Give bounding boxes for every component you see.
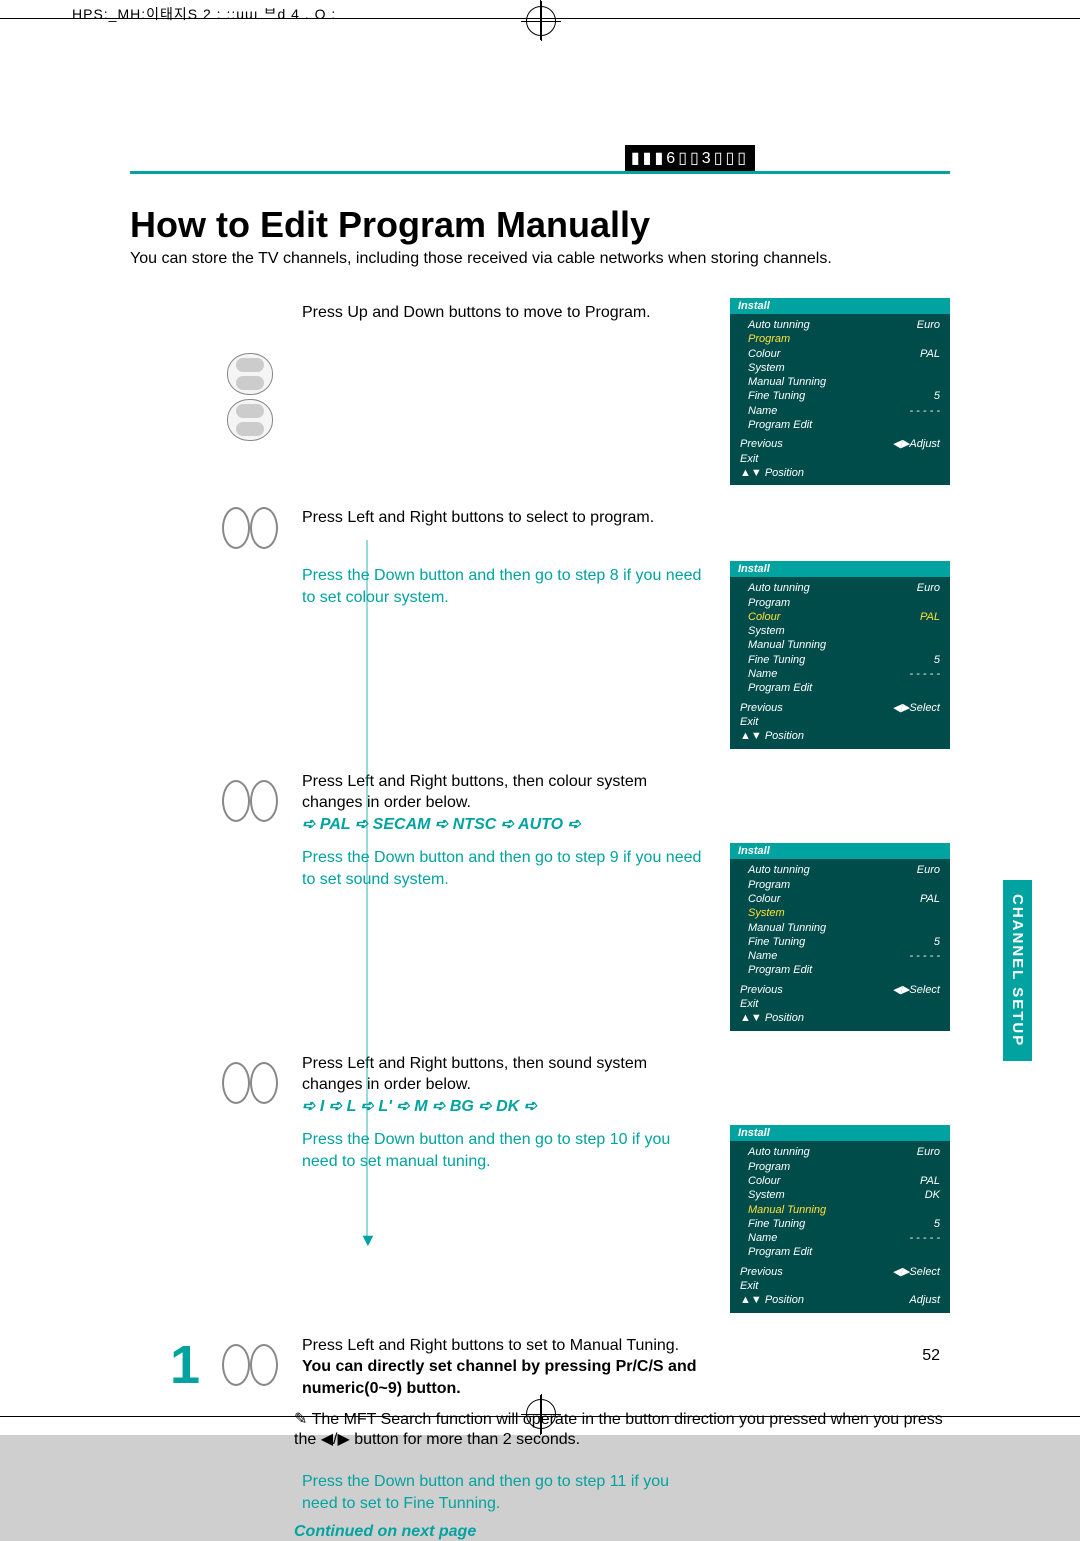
continued-label: Continued on next page <box>294 1523 950 1541</box>
remote-icon-leftright <box>220 1049 280 1118</box>
updown-icon <box>227 399 273 441</box>
leftright-icon <box>222 776 278 826</box>
step-text: Press the Down button and then go to ste… <box>302 561 708 758</box>
step-text: Press the Down button and then go to ste… <box>302 843 708 1040</box>
step-text: Press the Down button and then go to ste… <box>302 1125 708 1322</box>
step-row: Press Up and Down buttons to move to Pro… <box>170 298 950 495</box>
osd-title: Install <box>730 1125 950 1141</box>
step-text: Press Up and Down buttons to move to Pro… <box>302 298 708 495</box>
updown-icon <box>227 353 273 395</box>
title-rule <box>130 171 950 174</box>
osd-title: Install <box>730 561 950 577</box>
intro-text: You can store the TV channels, including… <box>130 250 950 268</box>
registration-mark-top <box>526 6 556 36</box>
step-row: Press the Down button and then go to ste… <box>170 843 950 1040</box>
step-row: Press Left and Right buttons to select t… <box>170 503 950 553</box>
step-row: Press the Down button and then go to ste… <box>170 561 950 758</box>
flow-line <box>366 540 368 1241</box>
step-row: Press Left and Right buttons, then sound… <box>170 1049 950 1118</box>
osd-screenshot: Install Auto tunningEuro Program ColourP… <box>730 561 950 758</box>
remote-icon-leftright <box>220 1331 280 1400</box>
note-text: ✎ The MFT Search function will operate i… <box>294 1409 950 1449</box>
osd-title: Install <box>730 843 950 859</box>
step-row: Press the Down button and then go to ste… <box>170 1467 950 1514</box>
step-row: Press Left and Right buttons, then colou… <box>170 767 950 836</box>
content-area: ▮▮▮6▯▯3▯▯▯ How to Edit Program Manually … <box>130 150 950 1541</box>
step-text: Press Left and Right buttons to select t… <box>302 503 708 553</box>
leftright-icon <box>222 1058 278 1108</box>
osd-screenshot: Install Auto tunningEuro Program ColourP… <box>730 298 950 495</box>
steps-column: Press Up and Down buttons to move to Pro… <box>170 298 950 1541</box>
remote-icon-leftright <box>220 503 280 553</box>
manual-page: HPS:_MH:이태지S 2 : ::uuı ᄇd 4 . O : CHANNE… <box>0 0 1080 1435</box>
step-text: Press Left and Right buttons, then colou… <box>302 767 708 836</box>
remote-icon-leftright <box>220 767 280 836</box>
step-text: Press Left and Right buttons to set to M… <box>302 1331 708 1400</box>
osd-screenshot: Install Auto tunningEuro Program ColourP… <box>730 1125 950 1322</box>
page-title: How to Edit Program Manually <box>130 204 950 246</box>
osd-screenshot: Install Auto tunningEuro Program ColourP… <box>730 843 950 1040</box>
section-tab: CHANNEL SETUP <box>1003 880 1032 1061</box>
step-row: Press the Down button and then go to ste… <box>170 1125 950 1322</box>
title-code-block: ▮▮▮6▯▯3▯▯▯ <box>625 145 755 171</box>
step-row: 1 Press Left and Right buttons to set to… <box>170 1331 950 1400</box>
leftright-icon <box>222 1340 278 1390</box>
file-meta-text: HPS:_MH:이태지S 2 : ::uuı ᄇd 4 . O : <box>72 4 336 24</box>
remote-icon-updown <box>220 298 280 495</box>
osd-title: Install <box>730 298 950 314</box>
flow-arrow-icon: ▼ <box>359 1230 377 1251</box>
step-text: Press Left and Right buttons, then sound… <box>302 1049 708 1118</box>
step-text: Press the Down button and then go to ste… <box>302 1467 708 1514</box>
step-big-number: 1 <box>170 1338 198 1392</box>
leftright-icon <box>222 503 278 553</box>
page-number: 52 <box>922 1347 940 1365</box>
